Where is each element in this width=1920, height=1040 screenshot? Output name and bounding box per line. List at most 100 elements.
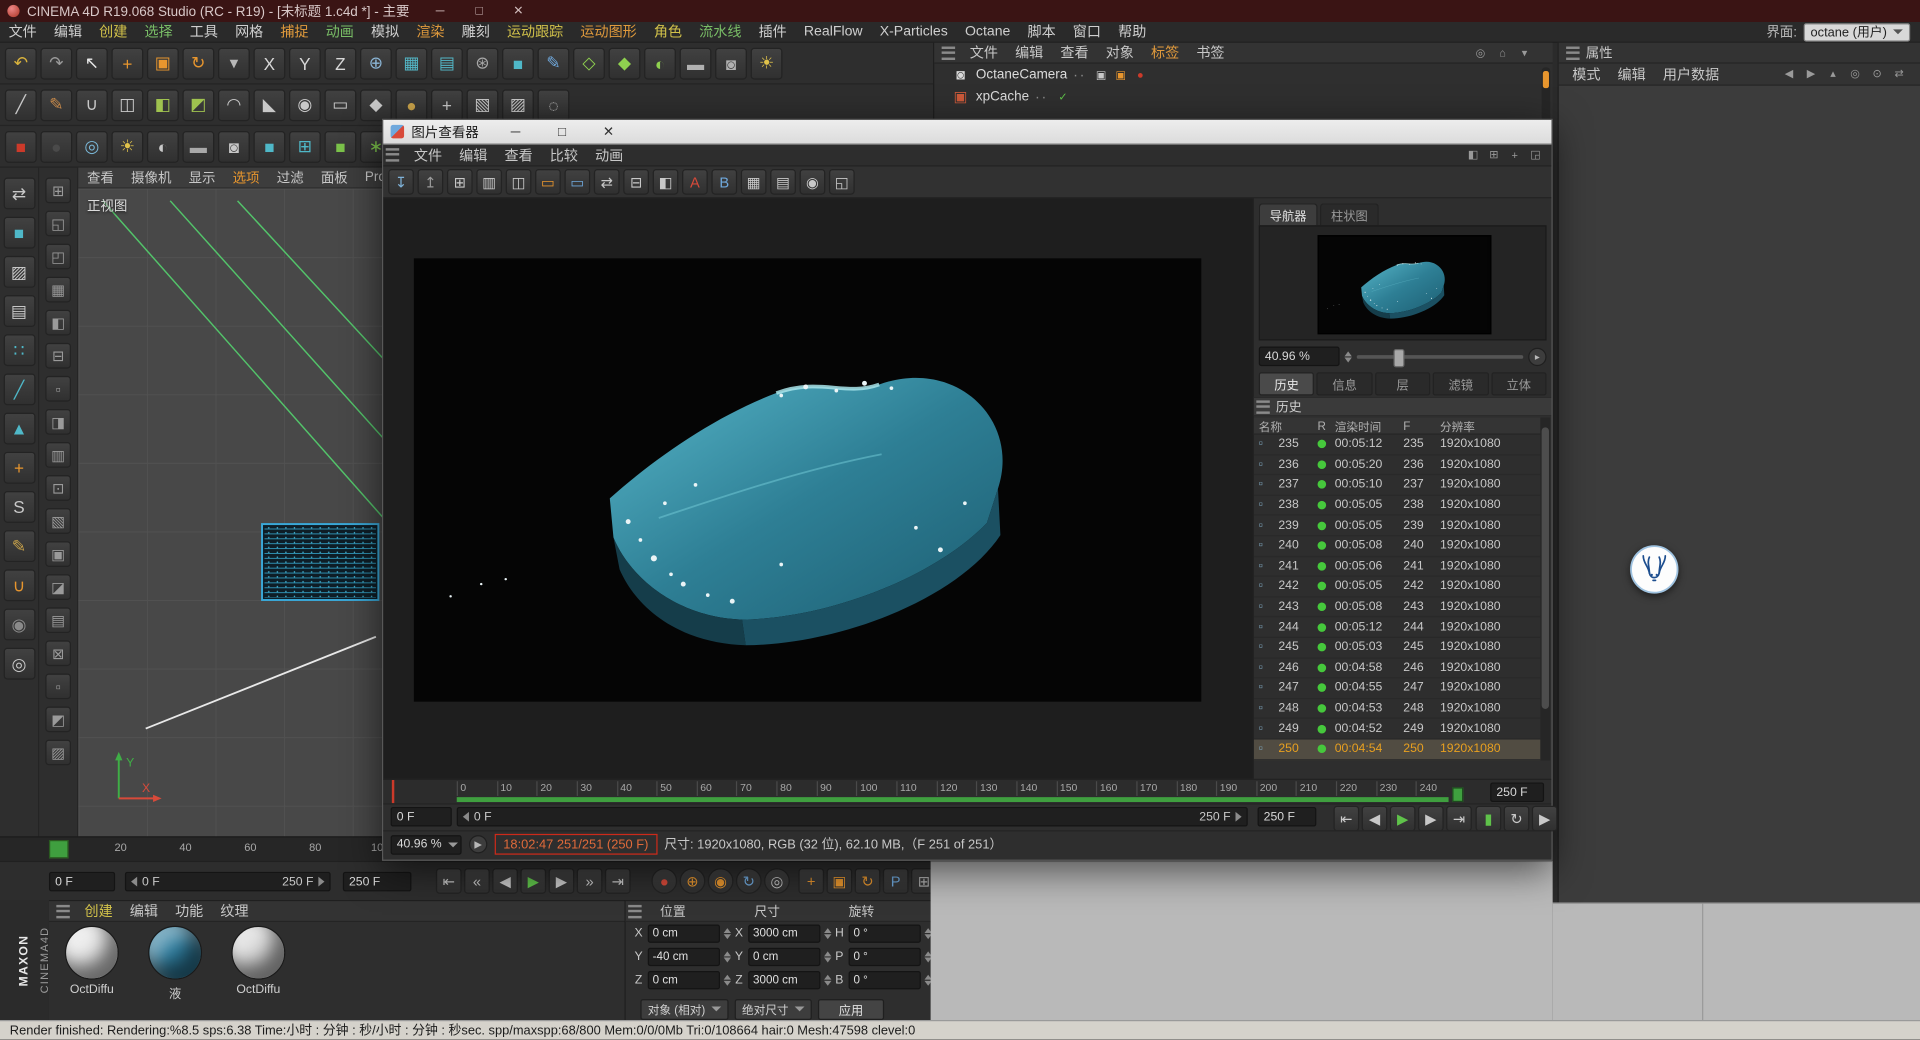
stop-render-icon[interactable]: ■: [5, 130, 37, 162]
command-icon[interactable]: ◨: [45, 409, 71, 435]
pv-save-icon[interactable]: ↧: [388, 169, 414, 195]
range-left-arrow-icon[interactable]: [131, 877, 137, 887]
frame-eye-icon[interactable]: ▫: [1259, 559, 1279, 572]
interface-dropdown[interactable]: octane (用户): [1803, 23, 1910, 41]
pv-go-start-button[interactable]: ⇤: [1333, 806, 1359, 832]
snap-mode-icon[interactable]: ∪: [3, 569, 35, 601]
coordinate-system-icon[interactable]: ⊕: [360, 47, 392, 79]
glass-sphere-material-icon[interactable]: ◎: [76, 130, 108, 162]
menu-item[interactable]: 窗口: [1064, 21, 1109, 43]
menu-item[interactable]: RealFlow: [795, 23, 871, 40]
mograph-icon[interactable]: ◇: [573, 47, 605, 79]
pv-loop-icon[interactable]: ↻: [1504, 806, 1530, 832]
value-stepper[interactable]: [724, 974, 731, 985]
history-scrollbar[interactable]: [1540, 418, 1550, 761]
menu-item[interactable]: 运动图形: [572, 21, 645, 43]
material-menu-item[interactable]: 创建: [76, 900, 121, 922]
record-rotation-button[interactable]: ↻: [736, 868, 762, 894]
teal-cube-icon[interactable]: ■: [253, 130, 285, 162]
navigator-tab[interactable]: 导航器: [1259, 203, 1318, 225]
menu-item[interactable]: 流水线: [691, 21, 750, 43]
picture-viewer-title-bar[interactable]: 图片查看器 ─ □ ✕: [383, 120, 1551, 144]
attr-sync-icon[interactable]: ⇄: [1891, 66, 1908, 83]
prev-key-button[interactable]: «: [464, 868, 490, 894]
pv-play-button[interactable]: ▶: [1390, 806, 1416, 832]
value-stepper[interactable]: [824, 951, 831, 962]
menu-item[interactable]: 编辑: [45, 21, 90, 43]
smooth-brush-icon[interactable]: ◠: [218, 89, 250, 121]
grab-brush-icon[interactable]: +: [431, 89, 463, 121]
primitive-cube-icon[interactable]: ■: [502, 47, 534, 79]
command-icon[interactable]: ▥: [45, 442, 71, 468]
apply-button[interactable]: 应用: [818, 999, 884, 1020]
play-button[interactable]: ▶: [520, 868, 546, 894]
command-icon[interactable]: ⊟: [45, 343, 71, 369]
panel-menu-icon[interactable]: [942, 46, 955, 59]
paint-mode-icon[interactable]: ✎: [3, 530, 35, 562]
value-stepper[interactable]: [824, 928, 831, 939]
panel-menu-icon[interactable]: [628, 904, 641, 917]
polygons-mode-icon[interactable]: ▲: [3, 413, 35, 445]
scale-tool-icon[interactable]: ▣: [147, 47, 179, 79]
floor-object-icon[interactable]: ▬: [182, 130, 214, 162]
x-axis-lock-icon[interactable]: X: [253, 47, 285, 79]
pv-split-view-icon[interactable]: ◫: [506, 169, 532, 195]
material-menu-item[interactable]: 纹理: [212, 900, 257, 922]
command-icon[interactable]: ▤: [45, 607, 71, 633]
menu-item[interactable]: 角色: [645, 21, 690, 43]
history-row[interactable]: ▫ 246 00:04:58 246 1920x1080: [1254, 658, 1541, 678]
pv-panel-expand-icon[interactable]: +: [1506, 146, 1523, 163]
panel-menu-icon[interactable]: [1256, 400, 1269, 413]
command-icon[interactable]: ▫: [45, 376, 71, 402]
zoom-value-field[interactable]: 40.96 %: [1259, 347, 1340, 367]
viewport-menu-item[interactable]: 查看: [78, 167, 122, 189]
navigator-preview[interactable]: [1259, 225, 1547, 340]
black-sphere-material-icon[interactable]: ●: [40, 130, 72, 162]
undo-icon[interactable]: ↶: [5, 47, 37, 79]
value-input[interactable]: -40 cm: [648, 947, 720, 965]
pv-panel-float-icon[interactable]: ◲: [1527, 146, 1544, 163]
value-stepper[interactable]: [824, 974, 831, 985]
pv-cache-bar-icon[interactable]: ▮: [1476, 806, 1502, 832]
bevel-tool-icon[interactable]: ◩: [182, 89, 214, 121]
frame-eye-icon[interactable]: ▫: [1259, 661, 1279, 674]
go-start-button[interactable]: ⇤: [436, 868, 462, 894]
frame-eye-icon[interactable]: ▫: [1259, 641, 1279, 654]
sun-light-icon[interactable]: ☀: [111, 130, 143, 162]
y-axis-lock-icon[interactable]: Y: [289, 47, 321, 79]
redo-icon[interactable]: ↷: [40, 47, 72, 79]
panel-tab[interactable]: 层: [1375, 372, 1431, 395]
edges-mode-icon[interactable]: ╱: [3, 373, 35, 405]
axis-mode-icon[interactable]: +: [3, 452, 35, 484]
panel-tab[interactable]: 历史: [1259, 372, 1315, 395]
floor-icon[interactable]: ▬: [680, 47, 712, 79]
pv-menu-item[interactable]: 文件: [405, 144, 450, 166]
spline-pen-icon[interactable]: ✎: [538, 47, 570, 79]
record-parameter-toggle[interactable]: P: [883, 868, 909, 894]
history-row[interactable]: ▫ 248 00:04:53 248 1920x1080: [1254, 699, 1541, 719]
command-icon[interactable]: ◰: [45, 244, 71, 270]
om-home-icon[interactable]: ⌂: [1494, 44, 1511, 61]
viewport-solo-icon[interactable]: S: [3, 491, 35, 523]
history-row[interactable]: ▫ 242 00:05:05 242 1920x1080: [1254, 577, 1541, 597]
live-selection-icon[interactable]: ↖: [76, 47, 108, 79]
octane-camera-tag-icon[interactable]: ▣: [1112, 66, 1129, 83]
menu-item[interactable]: 捕捉: [272, 21, 317, 43]
pv-blend-ab-icon[interactable]: ◧: [653, 169, 679, 195]
pinch-brush-icon[interactable]: ◆: [360, 89, 392, 121]
command-icon[interactable]: ◪: [45, 574, 71, 600]
move-tool-icon[interactable]: +: [111, 47, 143, 79]
attr-up-icon[interactable]: ▴: [1824, 66, 1841, 83]
viewport-menu-item[interactable]: 显示: [180, 167, 224, 189]
pv-play-ram-button[interactable]: ▶: [469, 835, 487, 853]
pv-next-frame-button[interactable]: ▶: [1418, 806, 1444, 832]
value-input[interactable]: 0 cm: [748, 947, 820, 965]
mode-dropdown[interactable]: 对象 (相对): [640, 999, 728, 1020]
command-icon[interactable]: ⊞: [45, 178, 71, 204]
col-res[interactable]: 分辨率: [1440, 418, 1540, 435]
frame-eye-icon[interactable]: ▫: [1259, 620, 1279, 633]
rotate-tool-icon[interactable]: ↻: [182, 47, 214, 79]
attr-lock-icon[interactable]: ⊙: [1869, 66, 1886, 83]
go-end-button[interactable]: ⇥: [605, 868, 631, 894]
pv-end-frame-field[interactable]: 250 F: [1490, 782, 1544, 802]
